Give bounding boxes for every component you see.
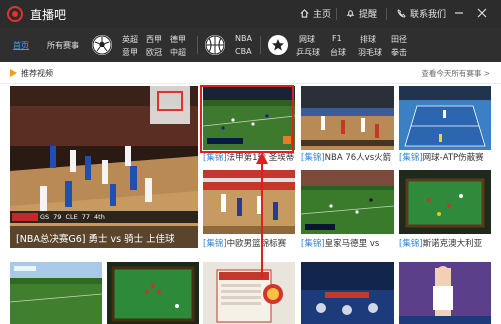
nav-premier-league[interactable]: 英超 (122, 34, 138, 45)
video-card[interactable] (107, 262, 199, 324)
title-bar: 直播吧 主页 提醒 联系我们 (0, 0, 501, 28)
home-score: 79 (53, 213, 62, 221)
video-title: [集锦]皇家马德里 vs (301, 237, 394, 249)
category-nav: 首页 所有赛事 英超 西甲 德甲 意甲 欧冠 中超 NBA CBA 网球 F1 … (0, 28, 501, 62)
home-team: GS (40, 213, 50, 221)
nav-boxing[interactable]: 拳击 (391, 47, 407, 58)
nav-la-liga[interactable]: 西甲 (146, 34, 162, 45)
video-card[interactable]: [集锦]NBA 76人vs火箭 (301, 86, 394, 164)
video-thumbnail (10, 86, 198, 248)
video-card[interactable]: [集锦]网球-ATP伤蔽赛 (399, 86, 491, 164)
video-thumbnail (301, 170, 394, 234)
video-caption: [NBA总决赛G6] 勇士 vs 骑士 上佳球 (10, 226, 198, 248)
star-icon (268, 35, 288, 55)
quarter: 4th (94, 213, 105, 221)
section-title: 推荐视频 (21, 69, 53, 78)
nav-champions-league[interactable]: 欧冠 (146, 47, 162, 58)
divider (197, 36, 198, 54)
nav-snooker[interactable]: 台球 (330, 47, 346, 58)
video-thumbnail (399, 262, 491, 324)
nav-bundesliga[interactable]: 德甲 (170, 34, 186, 45)
nav-volleyball[interactable]: 排球 (360, 34, 376, 45)
away-score: 77 (81, 213, 91, 221)
app-title: 直播吧 (30, 8, 67, 22)
video-tag: [集锦] (203, 239, 227, 249)
nav-tennis[interactable]: 网球 (299, 34, 315, 45)
app-logo-icon (7, 6, 23, 22)
video-title: [集锦]斯诺克澳大利亚 (399, 237, 491, 249)
video-thumbnail (301, 86, 394, 150)
contact-label: 联系我们 (410, 10, 447, 20)
video-card[interactable]: [集锦]皇家马德里 vs (301, 170, 394, 250)
video-thumbnail (107, 262, 199, 324)
remind-label: 提醒 (359, 10, 378, 20)
video-thumbnail (399, 86, 491, 150)
video-card-featured[interactable]: GS 79 CLE 77 4th [NBA总决赛G6] 勇士 vs 骑士 上佳球 (10, 86, 198, 248)
nav-csl[interactable]: 中超 (170, 47, 186, 58)
nav-home-link[interactable]: 首页 (13, 40, 29, 51)
video-card[interactable] (203, 262, 295, 324)
home-icon (300, 9, 309, 18)
nav-table-tennis[interactable]: 乒乓球 (296, 47, 320, 58)
video-card[interactable] (301, 262, 394, 324)
video-card[interactable] (399, 262, 491, 324)
soccer-ball-icon (92, 35, 112, 55)
video-thumbnail (399, 170, 491, 234)
nav-f1[interactable]: F1 (332, 34, 342, 43)
video-tag: [集锦] (203, 153, 227, 163)
phone-icon (397, 9, 406, 18)
video-title: [集锦]中欧男篮锦标赛 (203, 237, 295, 249)
video-title: [集锦]NBA 76人vs火箭 (301, 151, 394, 163)
basketball-icon (205, 35, 225, 55)
close-icon (477, 8, 487, 18)
annotation-arrow (256, 152, 268, 278)
video-title-text: 皇家马德里 vs (324, 239, 380, 249)
nav-serie-a[interactable]: 意甲 (122, 47, 138, 58)
remind-button[interactable]: 提醒 (346, 7, 377, 20)
highlight-box (200, 85, 294, 153)
close-button[interactable] (475, 6, 489, 20)
view-all-link[interactable]: 查看今天所有赛事 > (421, 68, 490, 79)
minimize-button[interactable] (452, 6, 466, 20)
video-title-text: 网球-ATP伤蔽赛 (422, 153, 484, 163)
video-card[interactable]: [集锦]中欧男篮锦标赛 (203, 170, 295, 250)
divider (386, 8, 387, 20)
video-tag: [集锦] (399, 153, 423, 163)
video-tag: [集锦] (301, 239, 325, 249)
nav-nba[interactable]: NBA (235, 34, 252, 43)
play-icon (10, 69, 17, 77)
video-thumbnail (301, 262, 394, 324)
video-card[interactable]: [集锦]斯诺克澳大利亚 (399, 170, 491, 250)
minimize-icon (455, 12, 463, 14)
video-title-text: NBA 76人vs火箭 (324, 153, 392, 163)
divider (336, 8, 337, 20)
nav-all-events-link[interactable]: 所有赛事 (47, 40, 79, 51)
video-title: [集锦]网球-ATP伤蔽赛 (399, 151, 491, 163)
video-title-text: 斯诺克澳大利亚 (422, 239, 483, 249)
video-thumbnail (203, 262, 295, 324)
home-button[interactable]: 主页 (300, 7, 331, 20)
recommended-header: 推荐视频 查看今天所有赛事 > (0, 62, 501, 84)
video-tag: [集锦] (399, 239, 423, 249)
nav-athletics[interactable]: 田径 (391, 34, 407, 45)
video-thumbnail (203, 170, 295, 234)
video-card[interactable] (10, 262, 102, 324)
divider (260, 36, 261, 54)
away-team: CLE (65, 213, 78, 221)
video-thumbnail (10, 262, 102, 324)
video-tag: [集锦] (301, 153, 325, 163)
nav-cba[interactable]: CBA (235, 47, 252, 56)
scoreboard: GS 79 CLE 77 4th (40, 213, 105, 221)
home-label: 主页 (313, 10, 332, 20)
nav-badminton[interactable]: 羽毛球 (358, 47, 382, 58)
contact-button[interactable]: 联系我们 (397, 7, 446, 20)
bell-icon (346, 10, 355, 17)
